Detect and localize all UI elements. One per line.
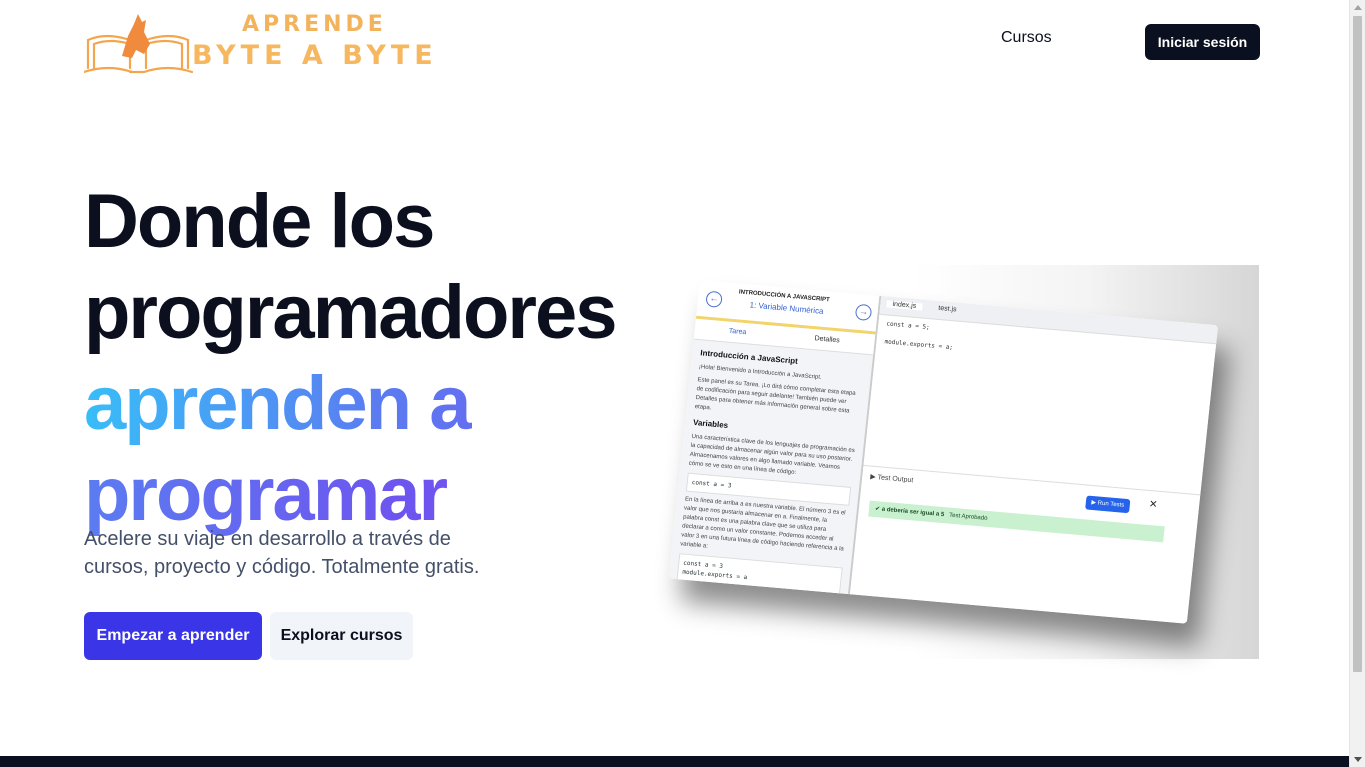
test-name: a debería ser igual a 5 — [881, 506, 945, 519]
test-output-label: ▶ Test Output — [869, 473, 914, 485]
task-body: Introducción a JavaScript ¡Hola! Bienven… — [669, 340, 873, 606]
prev-arrow-icon: ← — [705, 290, 723, 308]
start-learning-button[interactable]: Empezar a aprender — [84, 612, 262, 660]
nav-courses-link[interactable]: Cursos — [1001, 29, 1052, 47]
editor-panel: index.js test.js const a = 5; module.exp… — [849, 295, 1219, 624]
explore-courses-button[interactable]: Explorar cursos — [270, 612, 413, 660]
page-scrollbar[interactable] — [1349, 0, 1365, 767]
close-icon: ✕ — [1148, 498, 1158, 511]
site-logo[interactable]: APRENDE BYTE A BYTE — [84, 10, 444, 76]
scroll-up-arrow-icon[interactable] — [1354, 5, 1362, 10]
explain-text: En la línea de arriba a es nuestra varia… — [679, 496, 846, 553]
footer-bar — [0, 756, 1349, 767]
test-output-text: Test Output — [877, 474, 914, 485]
file-tab-index: index.js — [886, 300, 923, 311]
scroll-thumb[interactable] — [1353, 16, 1362, 672]
hero-title: Donde los programadores aprenden a progr… — [84, 176, 617, 540]
editor-screenshot: ← INTRODUCCIÓN A JAVASCRIPT 1: Variable … — [668, 280, 1219, 624]
file-tab-test: test.js — [937, 304, 957, 314]
tab-task: Tarea — [728, 327, 747, 337]
hero-title-line-3: aprenden a — [84, 358, 616, 449]
scroll-down-arrow-icon[interactable] — [1354, 757, 1362, 762]
task-panel: ← INTRODUCCIÓN A JAVASCRIPT 1: Variable … — [668, 280, 882, 596]
login-button[interactable]: Iniciar sesión — [1145, 24, 1260, 60]
hero-title-line-2: programadores — [84, 270, 617, 355]
run-tests-label: Run Tests — [1097, 500, 1125, 509]
book-fox-logo-icon — [84, 14, 194, 74]
check-icon: ✔ — [874, 506, 881, 513]
hero-subtitle: Acelere su viaje en desarrollo a través … — [84, 528, 480, 578]
lesson-title: 1: Variable Numérica — [749, 300, 824, 316]
landing-page: APRENDE BYTE A BYTE Cursos Iniciar sesió… — [0, 0, 1349, 767]
test-result: Test Aprobado — [948, 512, 988, 522]
next-arrow-icon: → — [854, 303, 873, 322]
logo-text-top: APRENDE — [242, 12, 387, 37]
logo-text-bottom: BYTE A BYTE — [192, 40, 438, 71]
hero-title-line-1: Donde los — [84, 179, 435, 264]
tab-details: Detalles — [814, 335, 841, 345]
run-tests-button: ▶ Run Tests — [1085, 495, 1131, 514]
